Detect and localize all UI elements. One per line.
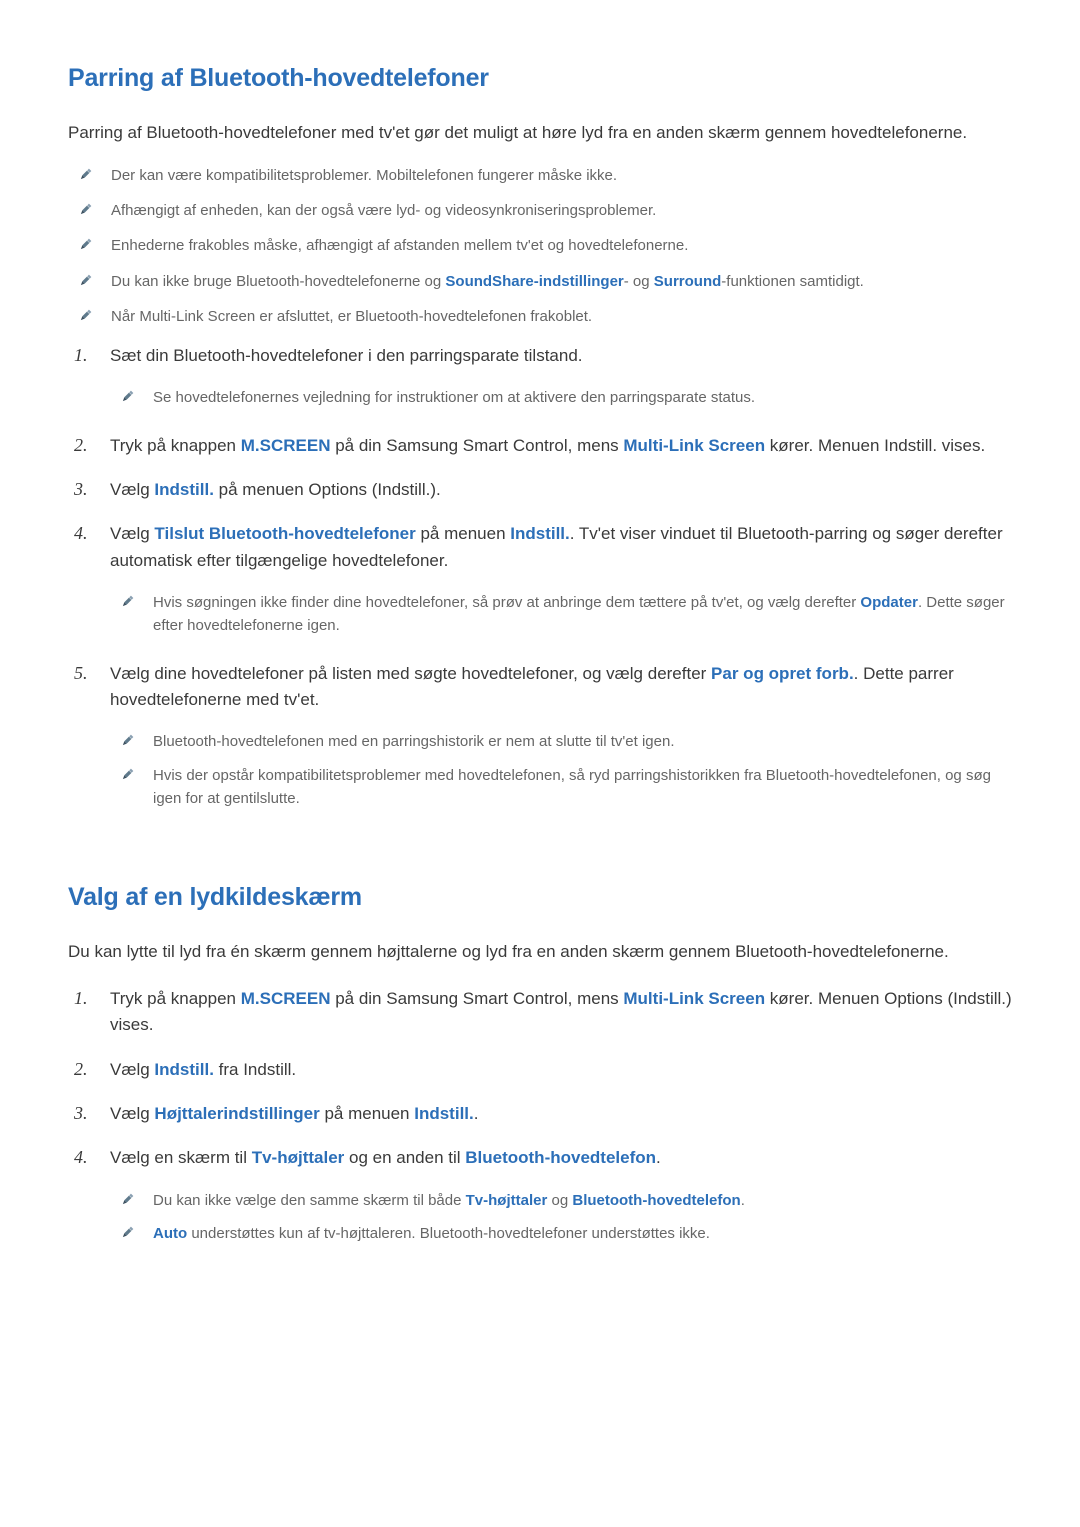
- step-number: 2.: [74, 1057, 92, 1082]
- note-item: Der kan være kompatibilitetsproblemer. M…: [68, 158, 1012, 193]
- keyword: Tilslut Bluetooth-hovedtelefoner: [154, 524, 415, 543]
- pencil-icon: [120, 767, 135, 782]
- steps-list: 1. Sæt din Bluetooth-hovedtelefoner i de…: [68, 334, 1012, 824]
- pencil-icon: [120, 1225, 135, 1240]
- step-item: 1. Tryk på knappen M.SCREEN på din Samsu…: [68, 977, 1012, 1048]
- steps-list: 1. Tryk på knappen M.SCREEN på din Samsu…: [68, 977, 1012, 1259]
- section-pairing: Parring af Bluetooth-hovedtelefoner Parr…: [68, 60, 1012, 824]
- keyword: SoundShare-indstillinger: [445, 273, 623, 290]
- step-item: 4. Vælg en skærm til Tv-højttaler og en …: [68, 1136, 1012, 1259]
- subnotes-list: Se hovedtelefonernes vejledning for inst…: [110, 381, 1012, 414]
- step-item: 2. Vælg Indstill. fra Indstill.: [68, 1048, 1012, 1092]
- subnote-item: Se hovedtelefonernes vejledning for inst…: [110, 381, 1012, 414]
- keyword: Bluetooth-hovedtelefon: [465, 1148, 656, 1167]
- step-item: 3. Vælg Indstill. på menuen Options (Ind…: [68, 468, 1012, 512]
- subnotes-list: Hvis søgningen ikke finder dine hovedtel…: [110, 586, 1012, 643]
- subnote-item: Hvis der opstår kompatibilitetsproblemer…: [110, 759, 1012, 816]
- section-title: Valg af en lydkildeskærm: [68, 879, 1012, 917]
- step-number: 5.: [74, 661, 92, 686]
- pencil-icon: [78, 308, 93, 323]
- step-number: 3.: [74, 1101, 92, 1126]
- pencil-icon: [120, 1192, 135, 1207]
- note-item: Enhederne frakobles måske, afhængigt af …: [68, 228, 1012, 263]
- keyword: Indstill.: [154, 1060, 214, 1079]
- step-number: 3.: [74, 477, 92, 502]
- step-item: 2. Tryk på knappen M.SCREEN på din Samsu…: [68, 424, 1012, 468]
- section-intro: Du kan lytte til lyd fra én skærm gennem…: [68, 939, 1012, 965]
- section-audio-source: Valg af en lydkildeskærm Du kan lytte ti…: [68, 879, 1012, 1259]
- section-title: Parring af Bluetooth-hovedtelefoner: [68, 60, 1012, 98]
- step-item: 5. Vælg dine hovedtelefoner på listen me…: [68, 652, 1012, 824]
- keyword: Indstill.: [510, 524, 570, 543]
- keyword: M.SCREEN: [241, 989, 331, 1008]
- keyword: Indstill.: [414, 1104, 474, 1123]
- section-intro: Parring af Bluetooth-hovedtelefoner med …: [68, 120, 1012, 146]
- step-number: 4.: [74, 1145, 92, 1170]
- subnotes-list: Du kan ikke vælge den samme skærm til bå…: [110, 1184, 1012, 1251]
- keyword: Multi-Link Screen: [623, 989, 765, 1008]
- pencil-icon: [120, 594, 135, 609]
- keyword: Multi-Link Screen: [623, 436, 765, 455]
- notes-list: Der kan være kompatibilitetsproblemer. M…: [68, 158, 1012, 334]
- keyword: Par og opret forb.: [711, 664, 854, 683]
- pencil-icon: [120, 733, 135, 748]
- pencil-icon: [78, 167, 93, 182]
- step-number: 1.: [74, 343, 92, 368]
- pencil-icon: [78, 273, 93, 288]
- pencil-icon: [78, 202, 93, 217]
- step-number: 2.: [74, 433, 92, 458]
- keyword: M.SCREEN: [241, 436, 331, 455]
- subnote-item: Du kan ikke vælge den samme skærm til bå…: [110, 1184, 1012, 1217]
- subnote-item: Auto understøttes kun af tv-højttaleren.…: [110, 1217, 1012, 1250]
- step-item: 4. Vælg Tilslut Bluetooth-hovedtelefoner…: [68, 512, 1012, 651]
- pencil-icon: [120, 389, 135, 404]
- keyword: Opdater: [860, 594, 918, 611]
- subnotes-list: Bluetooth-hovedtelefonen med en parrings…: [110, 725, 1012, 815]
- step-item: 3. Vælg Højttalerindstillinger på menuen…: [68, 1092, 1012, 1136]
- keyword: Auto: [153, 1225, 187, 1242]
- note-item: Når Multi-Link Screen er afsluttet, er B…: [68, 299, 1012, 334]
- note-item: Afhængigt af enheden, kan der også være …: [68, 193, 1012, 228]
- step-number: 4.: [74, 521, 92, 546]
- keyword: Indstill.: [154, 480, 214, 499]
- pencil-icon: [78, 237, 93, 252]
- keyword: Tv-højttaler: [252, 1148, 345, 1167]
- keyword: Bluetooth-hovedtelefon: [572, 1192, 740, 1209]
- keyword: Surround: [654, 273, 722, 290]
- step-number: 1.: [74, 986, 92, 1011]
- keyword: Tv-højttaler: [466, 1192, 548, 1209]
- subnote-item: Bluetooth-hovedtelefonen med en parrings…: [110, 725, 1012, 758]
- note-item: Du kan ikke bruge Bluetooth-hovedtelefon…: [68, 264, 1012, 299]
- subnote-item: Hvis søgningen ikke finder dine hovedtel…: [110, 586, 1012, 643]
- keyword: Højttalerindstillinger: [154, 1104, 319, 1123]
- step-item: 1. Sæt din Bluetooth-hovedtelefoner i de…: [68, 334, 1012, 424]
